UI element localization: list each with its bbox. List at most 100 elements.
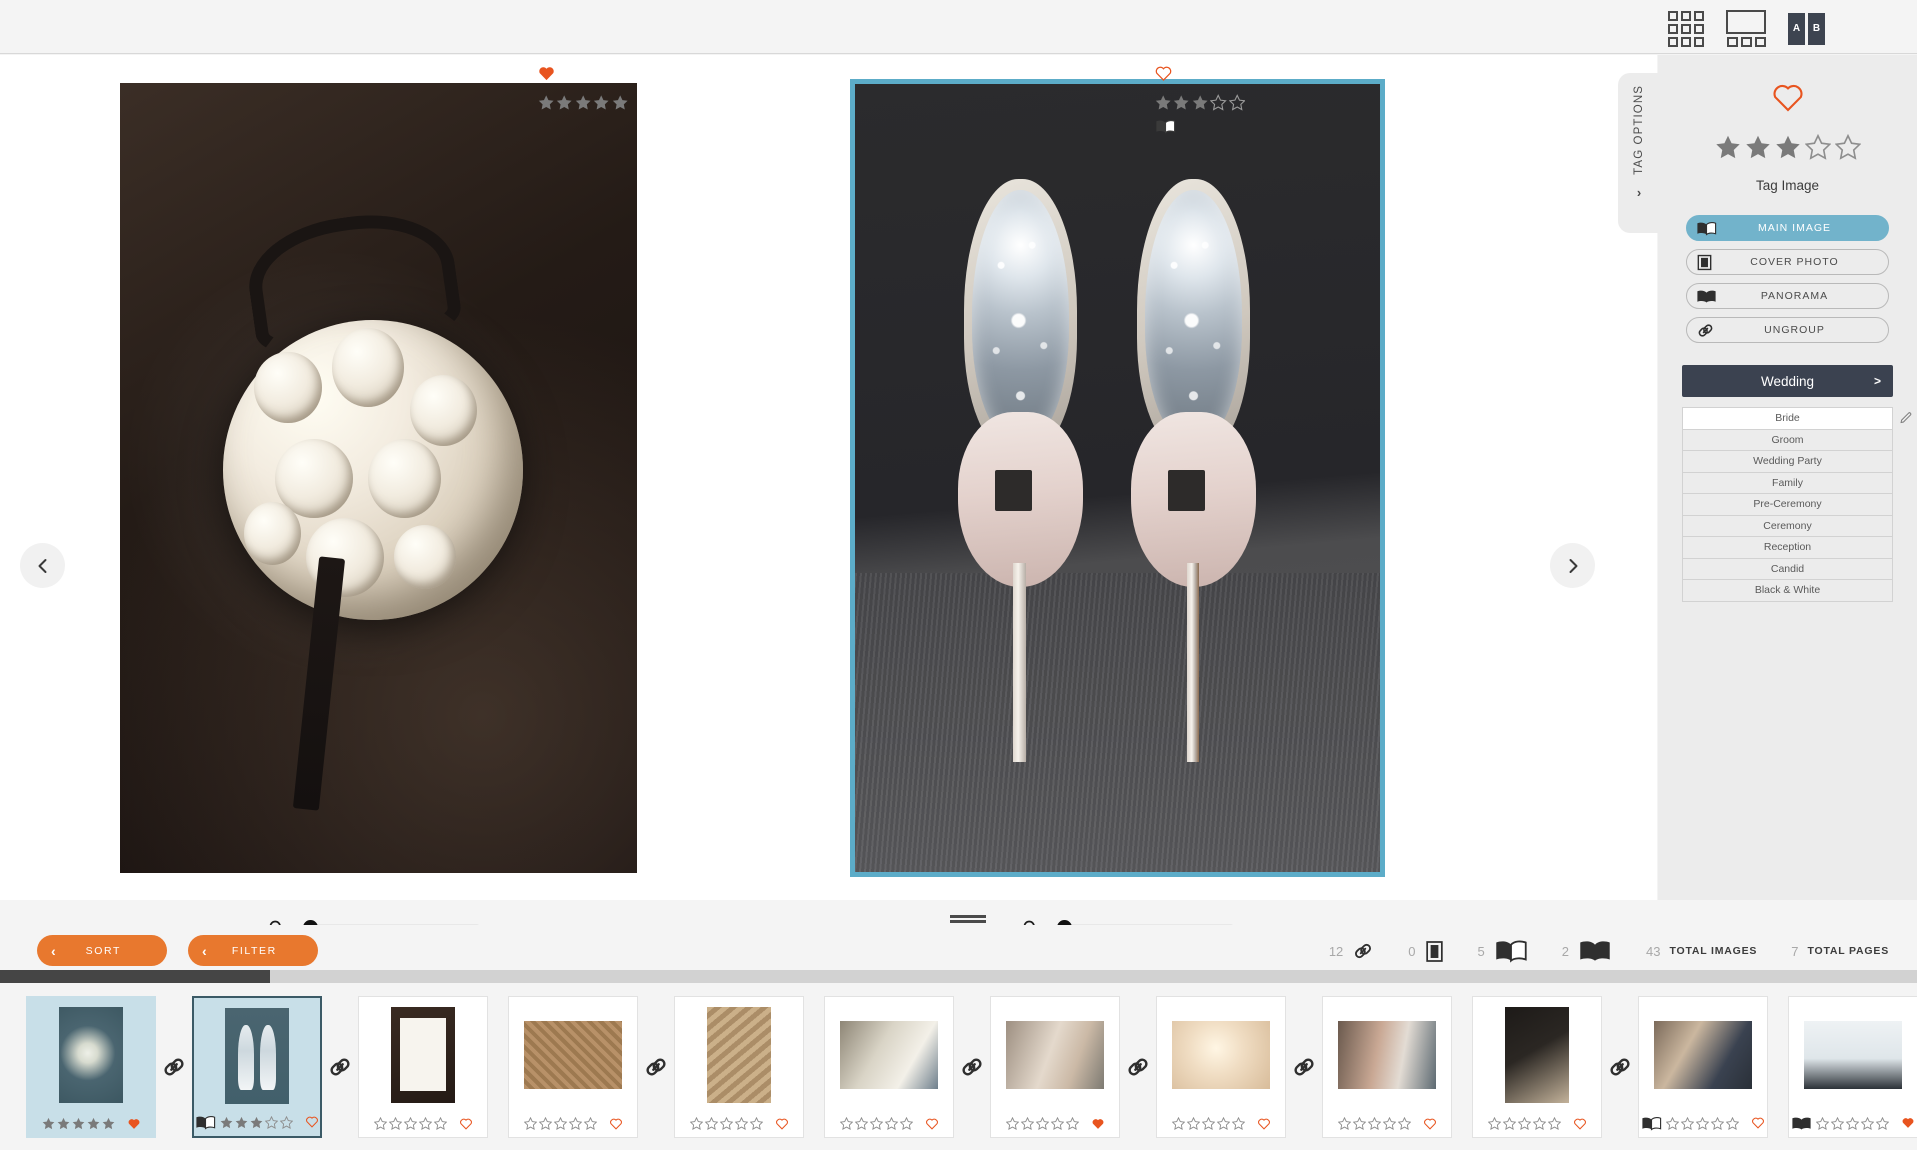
star-icon[interactable]: [72, 1117, 85, 1130]
photo-jeweled-bridal-heels[interactable]: [855, 84, 1380, 872]
tag-options-tab[interactable]: TAG OPTIONS ›: [1618, 73, 1660, 233]
star-icon[interactable]: [1382, 1117, 1396, 1130]
thumbnail-favorite[interactable]: [1091, 1117, 1105, 1131]
star-icon[interactable]: [1517, 1117, 1531, 1130]
favorite-heart-icon[interactable]: [925, 1117, 939, 1131]
thumbnail-favorite[interactable]: [1573, 1117, 1587, 1131]
group-link-icon[interactable]: [954, 1054, 990, 1080]
star-icon[interactable]: [854, 1117, 868, 1130]
ab-compare-view-button[interactable]: A B: [1788, 12, 1825, 45]
star-icon[interactable]: [704, 1117, 718, 1130]
star-icon[interactable]: [899, 1117, 913, 1130]
filmstrip-thumbnail[interactable]: [1788, 995, 1917, 1138]
star-icon[interactable]: [734, 1117, 748, 1130]
previous-spread-button[interactable]: [20, 543, 65, 588]
tag-item-bride[interactable]: Bride: [1683, 408, 1892, 430]
thumbnail-favorite[interactable]: [305, 1115, 319, 1129]
star-icon[interactable]: [220, 1116, 233, 1129]
favorite-heart-icon[interactable]: [459, 1117, 473, 1131]
filmstrip-thumbnail[interactable]: [1322, 995, 1452, 1138]
star-icon[interactable]: [583, 1117, 597, 1130]
star-icon[interactable]: [1186, 1117, 1200, 1130]
filmstrip-thumbnail[interactable]: [1156, 995, 1286, 1138]
star-icon[interactable]: [839, 1117, 853, 1130]
thumbnail-favorite[interactable]: [127, 1117, 141, 1131]
group-link-icon[interactable]: [1120, 1054, 1156, 1080]
panel-rating[interactable]: [1658, 134, 1917, 160]
star-icon[interactable]: [1035, 1117, 1049, 1130]
filmstrip-thumbnail[interactable]: [824, 995, 954, 1138]
favorite-heart-icon[interactable]: [1091, 1117, 1105, 1131]
star-icon[interactable]: [1876, 1116, 1889, 1130]
star-icon[interactable]: [1397, 1117, 1411, 1130]
filmstrip-thumbnail[interactable]: [508, 995, 638, 1138]
star-icon[interactable]: [1050, 1117, 1064, 1130]
filmstrip[interactable]: [0, 983, 1917, 1150]
thumbnail-favorite[interactable]: [925, 1117, 939, 1131]
star-icon[interactable]: [1775, 134, 1801, 160]
favorite-heart-icon[interactable]: [305, 1115, 319, 1129]
star-icon[interactable]: [1861, 1116, 1874, 1130]
favorite-heart-icon[interactable]: [127, 1117, 141, 1131]
filmstrip-scrollbar-thumb[interactable]: [0, 970, 270, 983]
thumbnail-favorite[interactable]: [609, 1117, 623, 1131]
star-icon[interactable]: [1745, 134, 1771, 160]
right-page-photo-frame[interactable]: [850, 79, 1385, 877]
filmstrip-scrollbar-track[interactable]: [0, 970, 1917, 983]
thumbnail-favorite[interactable]: [775, 1117, 789, 1131]
star-icon[interactable]: [1711, 1116, 1724, 1130]
thumbnail-favorite[interactable]: [1901, 1116, 1915, 1130]
filmstrip-thumbnail[interactable]: [674, 995, 804, 1138]
star-icon[interactable]: [1696, 1116, 1709, 1130]
star-icon[interactable]: [388, 1117, 402, 1130]
filmstrip-thumbnail[interactable]: [1472, 995, 1602, 1138]
thumbnail-favorite[interactable]: [1257, 1117, 1271, 1131]
favorite-heart-icon[interactable]: [1423, 1117, 1437, 1131]
tag-item-ceremony[interactable]: Ceremony: [1683, 515, 1892, 537]
filmstrip-thumbnail[interactable]: [358, 995, 488, 1138]
star-icon[interactable]: [1352, 1117, 1366, 1130]
favorite-heart-icon[interactable]: [1901, 1116, 1915, 1130]
next-spread-button[interactable]: [1550, 543, 1595, 588]
star-icon[interactable]: [1171, 1117, 1185, 1130]
star-icon[interactable]: [1831, 1116, 1844, 1130]
group-link-icon[interactable]: [1602, 1054, 1638, 1080]
star-icon[interactable]: [1846, 1116, 1859, 1130]
panel-favorite-heart-icon[interactable]: [1771, 81, 1805, 112]
cover-photo-button[interactable]: COVER PHOTO: [1686, 249, 1889, 275]
filmstrip-thumbnail[interactable]: [192, 995, 322, 1138]
star-icon[interactable]: [418, 1117, 432, 1130]
star-icon[interactable]: [1231, 1117, 1245, 1130]
filmstrip-thumbnail[interactable]: [26, 995, 156, 1138]
star-icon[interactable]: [42, 1117, 55, 1130]
main-image-badge[interactable]: [1155, 119, 1245, 139]
sort-button[interactable]: ‹ SORT: [37, 935, 167, 966]
favorite-heart-icon[interactable]: [1257, 1117, 1271, 1131]
star-icon[interactable]: [1532, 1117, 1546, 1130]
star-icon[interactable]: [1804, 134, 1831, 160]
filter-button[interactable]: ‹ FILTER: [188, 935, 318, 966]
spread-filmstrip-view-button[interactable]: [1726, 10, 1766, 47]
star-icon[interactable]: [884, 1117, 898, 1130]
star-icon[interactable]: [1681, 1116, 1694, 1130]
star-icon[interactable]: [1726, 1116, 1739, 1130]
tag-item-family[interactable]: Family: [1683, 472, 1892, 494]
star-icon[interactable]: [1367, 1117, 1381, 1130]
star-icon[interactable]: [250, 1116, 263, 1129]
star-icon[interactable]: [538, 1117, 552, 1130]
favorite-heart-icon[interactable]: [775, 1117, 789, 1131]
left-page-rating[interactable]: [538, 94, 628, 111]
star-icon[interactable]: [235, 1116, 248, 1129]
star-icon[interactable]: [1547, 1117, 1561, 1130]
pencil-icon[interactable]: [1899, 411, 1913, 425]
star-icon[interactable]: [1487, 1117, 1501, 1130]
favorite-heart-icon[interactable]: [1573, 1117, 1587, 1131]
grid-view-button[interactable]: [1668, 10, 1704, 47]
tag-item-reception[interactable]: Reception: [1683, 537, 1892, 559]
tag-item-pre-ceremony[interactable]: Pre-Ceremony: [1683, 494, 1892, 516]
favorite-heart-icon[interactable]: [538, 65, 555, 81]
ungroup-button[interactable]: UNGROUP: [1686, 317, 1889, 343]
thumbnail-favorite[interactable]: [459, 1117, 473, 1131]
group-link-icon[interactable]: [156, 1054, 192, 1080]
group-link-icon[interactable]: [1286, 1054, 1322, 1080]
